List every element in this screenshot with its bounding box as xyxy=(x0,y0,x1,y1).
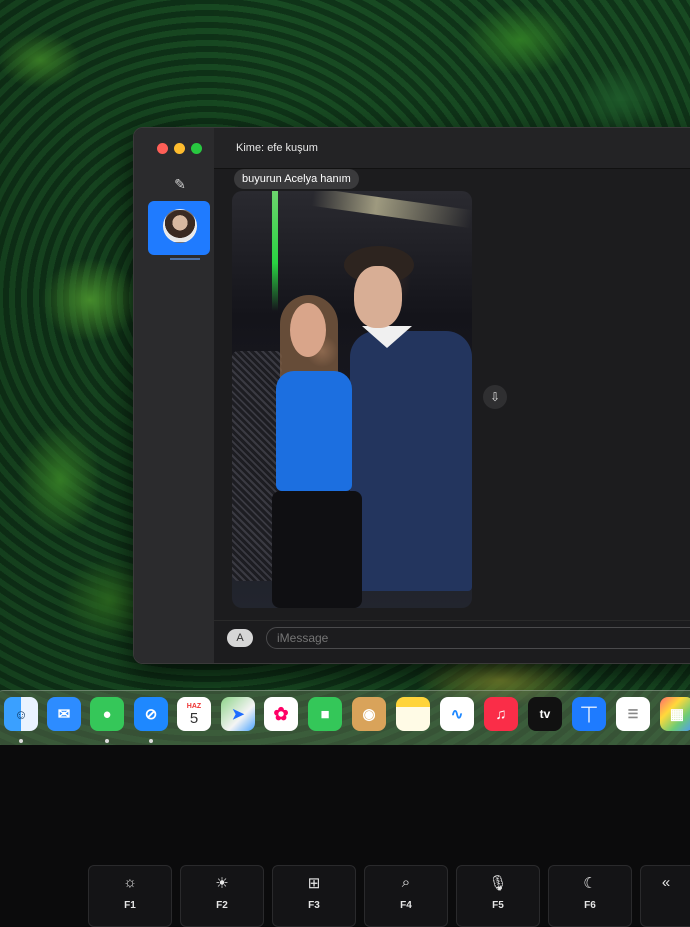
music-icon[interactable]: ♫ xyxy=(484,697,518,731)
key-f4[interactable]: ⌕ F4 xyxy=(364,865,448,927)
key-f5[interactable]: 🎙 F5 xyxy=(456,865,540,927)
close-button[interactable] xyxy=(157,143,168,154)
keynote-icon[interactable]: ⏉ xyxy=(572,697,606,731)
launchpad-icon[interactable]: ▦ xyxy=(660,697,690,731)
rewind-icon: « xyxy=(661,874,671,891)
conversation-item[interactable] xyxy=(148,201,210,255)
facetime-icon[interactable]: ■ xyxy=(308,697,342,731)
freeform-icon[interactable]: ∿ xyxy=(440,697,474,731)
compose-bar: A xyxy=(214,620,690,663)
avatar xyxy=(163,209,197,243)
message-bubble: buyurun Acelya hanım xyxy=(234,169,359,189)
to-label: Kime: xyxy=(236,142,265,154)
mission-control-icon: ⊞ xyxy=(307,875,321,892)
message-input[interactable] xyxy=(266,627,690,649)
tv-label: tv xyxy=(539,707,551,721)
key-f3[interactable]: ⊞ F3 xyxy=(272,865,356,927)
conversation-pane: Kime: efe kuşum buyurun Acelya hanım ⇩ A xyxy=(214,128,690,663)
dock: ☺ ✉ ● ⊘ HAZ 5 ➤ ✿ ■ ◉ ∿ ♫ tv ⏉ ☰ ▦ xyxy=(0,690,690,746)
photos-icon[interactable]: ✿ xyxy=(264,697,298,731)
calendar-day: 5 xyxy=(189,709,199,727)
app-store-icon[interactable]: A xyxy=(227,629,253,647)
compose-icon[interactable]: ✎ xyxy=(172,176,188,192)
brightness-down-icon: ☼ xyxy=(123,874,137,891)
dictation-icon: 🎙 xyxy=(488,875,508,892)
key-f6[interactable]: ☾ F6 xyxy=(548,865,632,927)
contacts-icon[interactable]: ◉ xyxy=(352,697,386,731)
zoom-button[interactable] xyxy=(191,143,202,154)
reminders-icon[interactable]: ☰ xyxy=(616,697,650,731)
keyboard: ☼ F1 ☀ F2 ⊞ F3 ⌕ F4 🎙 F5 ☾ F6 « xyxy=(0,745,690,927)
notes-icon[interactable] xyxy=(396,697,430,731)
messages-icon[interactable]: ● xyxy=(90,697,124,731)
recipient-field[interactable]: Kime: efe kuşum xyxy=(236,142,318,154)
spotlight-icon: ⌕ xyxy=(401,874,411,891)
maps-icon[interactable]: ➤ xyxy=(221,697,255,731)
do-not-disturb-icon: ☾ xyxy=(583,875,597,892)
finder-icon[interactable]: ☺ xyxy=(4,697,38,731)
safari-icon[interactable]: ⊘ xyxy=(134,697,168,731)
sidebar: ✎ xyxy=(134,128,215,663)
mail-icon[interactable]: ✉ xyxy=(47,697,81,731)
save-photo-icon[interactable]: ⇩ xyxy=(483,385,507,409)
brightness-up-icon: ☀ xyxy=(215,875,229,892)
calendar-icon[interactable]: HAZ 5 xyxy=(177,697,211,731)
key-f2[interactable]: ☀ F2 xyxy=(180,865,264,927)
tv-icon[interactable]: tv xyxy=(528,697,562,731)
messages-window: ✎ Kime: efe kuşum buyurun Acelya hanım ⇩… xyxy=(133,127,690,664)
key-f7[interactable]: « xyxy=(640,865,690,927)
recipient-name: efe kuşum xyxy=(267,142,318,154)
minimize-button[interactable] xyxy=(174,143,185,154)
key-f1[interactable]: ☼ F1 xyxy=(88,865,172,927)
recipient-bar: Kime: efe kuşum xyxy=(214,128,690,169)
message-photo[interactable] xyxy=(232,191,472,608)
